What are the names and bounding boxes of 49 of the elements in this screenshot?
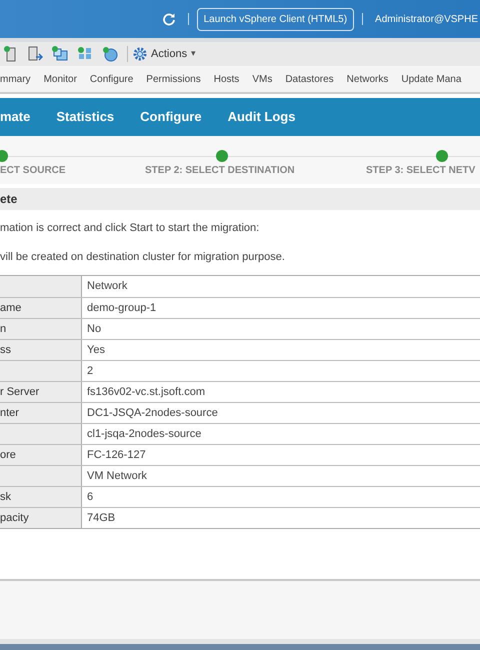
- value-cell-text: 2: [86, 364, 94, 379]
- nav-tab[interactable]: Monitor: [44, 72, 77, 86]
- label-cell: r Server: [0, 382, 82, 402]
- label-cell: n: [0, 319, 82, 339]
- plugin-tab[interactable]: Statistics: [56, 107, 114, 127]
- host-export-icon[interactable]: [27, 46, 43, 62]
- label-cell: ss: [0, 340, 82, 360]
- nav-tab[interactable]: Permissions: [146, 72, 201, 86]
- step-label: STEP 3: SELECT NETV: [366, 164, 476, 178]
- value-cell-text: FC-126-127: [86, 448, 147, 463]
- plugin-tab[interactable]: mate: [0, 107, 30, 127]
- nav-tab[interactable]: mmary: [0, 72, 31, 86]
- plugin-tab[interactable]: Audit Logs: [228, 107, 296, 127]
- nav-tab[interactable]: Datastores: [285, 72, 334, 86]
- refresh-icon[interactable]: [162, 12, 176, 26]
- value-cell-text: Yes: [86, 342, 106, 358]
- user-name[interactable]: Administrator@VSPHE: [375, 12, 480, 26]
- value-cell-text: DC1-JSQA-2nodes-source: [86, 406, 219, 421]
- value-cell-text: 6: [86, 490, 94, 505]
- plugin-tab[interactable]: Configure: [140, 107, 202, 127]
- label-cell: nter: [0, 403, 82, 423]
- grid-add-icon[interactable]: [77, 46, 93, 62]
- label-cell: ame: [0, 298, 82, 318]
- globe-add-icon[interactable]: [102, 46, 118, 62]
- step-label: ECT SOURCE: [0, 164, 66, 178]
- instruction-text: vill be created on destination cluster for migration purpose.: [0, 250, 286, 264]
- gear-icon: [133, 47, 147, 61]
- nav-tab[interactable]: Configure: [90, 72, 134, 86]
- label-cell: sk: [0, 487, 82, 507]
- step-label: STEP 2: SELECT DESTINATION: [145, 164, 295, 178]
- actions-menu-button[interactable]: Actions ▾: [133, 46, 196, 62]
- value-cell-text: fs136v02-vc.st.jsoft.com: [86, 384, 206, 400]
- launch-client-button[interactable]: Launch vSphere Client (HTML5): [196, 8, 354, 30]
- value-cell-text: VM Network: [86, 468, 148, 484]
- nav-tab[interactable]: VMs: [252, 72, 272, 86]
- cluster-add-icon[interactable]: [52, 46, 68, 62]
- instruction-text: mation is correct and click Start to start the migration:: [0, 221, 260, 236]
- value-cell-text: No: [86, 322, 102, 337]
- value-cell-text: demo-group-1: [86, 300, 158, 316]
- section-title: ete: [0, 188, 480, 210]
- nav-tab[interactable]: Networks: [346, 72, 388, 86]
- nav-tab[interactable]: Hosts: [214, 72, 240, 86]
- value-cell-text: Network: [86, 279, 128, 294]
- value-cell-text: 74GB: [86, 510, 116, 526]
- label-cell: ore: [0, 445, 82, 465]
- label-cell: pacity: [0, 508, 82, 528]
- host-add-icon[interactable]: [4, 46, 18, 62]
- value-cell-text: cl1-jsqa-2nodes-source: [86, 426, 202, 442]
- nav-tab[interactable]: Update Mana: [401, 72, 462, 86]
